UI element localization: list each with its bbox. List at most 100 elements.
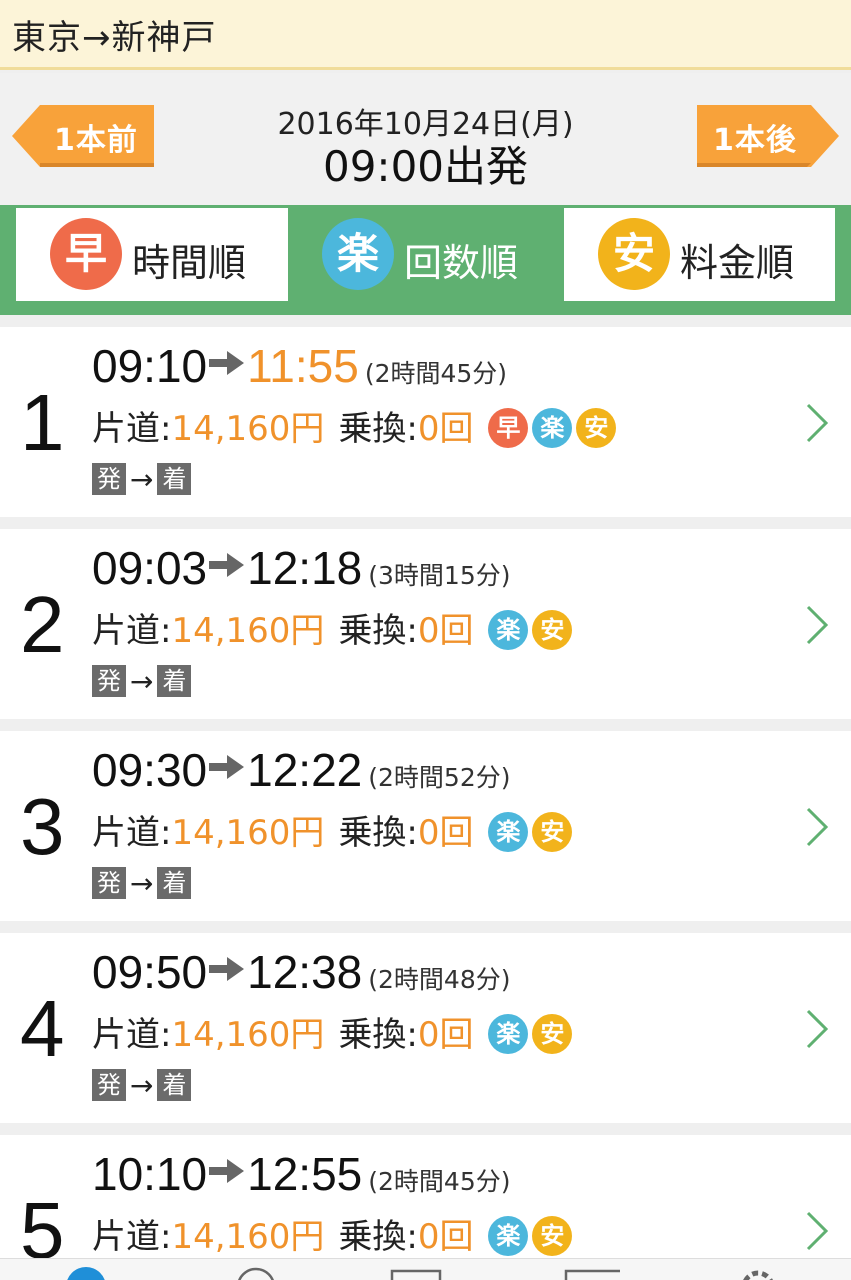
arrow-right-icon <box>209 553 245 577</box>
chevron-right-icon <box>806 1211 829 1251</box>
arrival-tag: 着 <box>157 665 192 697</box>
fast-badge-icon: 早 <box>488 408 529 448</box>
departure-time: 10:10 <box>92 1148 208 1200</box>
cheap-badge-icon: 安 <box>576 408 617 448</box>
tag-arrow: → <box>130 665 154 698</box>
departure-time: 09:00出発 <box>322 142 529 191</box>
easy-badge-icon: 楽 <box>488 1014 529 1054</box>
fare-value: 14,160円 <box>171 1015 325 1055</box>
dep-arr-tags: 発 → 着 <box>92 665 192 698</box>
next-train-label: 1本後 <box>713 123 797 158</box>
tab-label: 回数順 <box>404 241 519 285</box>
arrival-tag: 着 <box>157 867 192 899</box>
sort-tabs: 早 時間順 楽 回数順 安 料金順 <box>0 205 851 315</box>
date-navigation: 1本前 2016年10月24日(月) 09:00出発 1本後 <box>0 73 851 205</box>
fare-value: 14,160円 <box>171 1217 325 1257</box>
route-result-row[interactable]: 4 09:50 12:38 (2時間48分) 片道:14,160円 乗換:0回 楽安 … <box>0 933 851 1123</box>
travel-duration: (3時間15分) <box>368 561 511 590</box>
dep-arr-tags: 発 → 着 <box>92 463 192 496</box>
cheap-badge-icon: 安 <box>598 218 670 290</box>
transfer-label: 乗換: <box>338 813 418 853</box>
travel-duration: (2時間45分) <box>368 1167 511 1196</box>
fare-label: 片道: <box>92 1015 172 1055</box>
previous-train-button[interactable]: 1本前 <box>12 105 154 167</box>
result-rank: 3 <box>20 782 65 871</box>
transfer-count: 0回 <box>417 1217 474 1257</box>
card-tab-icon[interactable] <box>564 1265 620 1280</box>
easy-badge-icon: 楽 <box>488 812 529 852</box>
tab-sort-by-fare[interactable]: 安 料金順 <box>564 208 835 301</box>
departure-time: 09:30 <box>92 744 208 796</box>
result-times: 09:50 12:38 (2時間48分) <box>92 945 510 999</box>
route-result-row[interactable]: 5 10:10 12:55 (2時間45分) 片道:14,160円 乗換:0回 楽安 <box>0 1135 851 1258</box>
tab-label: 時間順 <box>132 241 247 285</box>
arrow-right-icon <box>209 1159 245 1183</box>
arrow-right-icon <box>209 351 245 375</box>
result-rank: 2 <box>20 580 65 669</box>
fare-info: 片道:14,160円 乗換:0回 楽安 <box>92 1007 573 1056</box>
arrow-right-icon <box>209 957 245 981</box>
dep-arr-tags: 発 → 着 <box>92 867 192 900</box>
cheap-badge-icon: 安 <box>532 1216 573 1256</box>
easy-badge-icon: 楽 <box>532 408 573 448</box>
route-result-row[interactable]: 3 09:30 12:22 (2時間52分) 片道:14,160円 乗換:0回 楽安 … <box>0 731 851 921</box>
previous-train-label: 1本前 <box>54 123 138 158</box>
arrival-time: 12:55 <box>247 1148 363 1200</box>
tab-sort-by-transfers[interactable]: 楽 回数順 <box>288 208 564 301</box>
travel-duration: (2時間48分) <box>368 965 511 994</box>
fare-value: 14,160円 <box>171 611 325 651</box>
tag-arrow: → <box>130 1069 154 1102</box>
easy-badge-icon: 楽 <box>488 1216 529 1256</box>
departure-tag: 発 <box>92 463 126 495</box>
departure-time: 09:03 <box>92 542 208 594</box>
fare-info: 片道:14,160円 乗換:0回 楽安 <box>92 1209 573 1258</box>
arrival-time: 12:18 <box>247 542 363 594</box>
easy-badge-icon: 楽 <box>322 218 394 290</box>
dep-arr-tags: 発 → 着 <box>92 1069 192 1102</box>
next-train-button[interactable]: 1本後 <box>697 105 839 167</box>
fare-value: 14,160円 <box>171 409 325 449</box>
fare-info: 片道:14,160円 乗換:0回 楽安 <box>92 603 573 652</box>
cheap-badge-icon: 安 <box>532 1014 573 1054</box>
route-title: 東京→新神戸 <box>12 18 217 58</box>
chevron-right-icon <box>806 807 829 847</box>
cheap-badge-icon: 安 <box>532 812 573 852</box>
cheap-badge-icon: 安 <box>532 610 573 650</box>
fare-info: 片道:14,160円 乗換:0回 楽安 <box>92 805 573 854</box>
route-result-row[interactable]: 1 09:10 11:55 (2時間45分) 片道:14,160円 乗換:0回 早楽安… <box>0 327 851 517</box>
chevron-right-icon <box>806 1009 829 1049</box>
result-times: 09:03 12:18 (3時間15分) <box>92 541 510 595</box>
route-result-row[interactable]: 2 09:03 12:18 (3時間15分) 片道:14,160円 乗換:0回 楽安 … <box>0 529 851 719</box>
tab-sort-by-time[interactable]: 早 時間順 <box>16 208 288 301</box>
search-route-tab-icon[interactable] <box>58 1265 114 1280</box>
fare-label: 片道: <box>92 813 172 853</box>
departure-tag: 発 <box>92 867 126 899</box>
tab-label: 料金順 <box>680 241 795 285</box>
fare-info: 片道:14,160円 乗換:0回 早楽安 <box>92 401 617 450</box>
gear-icon[interactable] <box>730 1265 786 1280</box>
transfer-label: 乗換: <box>338 1015 418 1055</box>
chevron-right-icon <box>806 403 829 443</box>
result-rank: 4 <box>20 984 65 1073</box>
departure-tag: 発 <box>92 665 126 697</box>
transfer-count: 0回 <box>417 409 474 449</box>
arrival-tag: 着 <box>157 1069 192 1101</box>
fare-label: 片道: <box>92 1217 172 1257</box>
departure-tag: 発 <box>92 1069 126 1101</box>
result-times: 09:30 12:22 (2時間52分) <box>92 743 510 797</box>
result-times: 10:10 12:55 (2時間45分) <box>92 1147 510 1201</box>
transfer-label: 乗換: <box>338 1217 418 1257</box>
timetable-tab-icon[interactable] <box>388 1265 444 1280</box>
result-rank: 1 <box>20 378 65 467</box>
bottom-tab-bar <box>0 1258 851 1280</box>
tag-arrow: → <box>130 463 154 496</box>
arrival-time: 11:55 <box>247 340 359 392</box>
clock-tab-icon[interactable] <box>228 1265 284 1280</box>
departure-time: 09:50 <box>92 946 208 998</box>
result-rank: 5 <box>20 1186 65 1258</box>
travel-duration: (2時間45分) <box>364 359 508 388</box>
transfer-count: 0回 <box>417 611 474 651</box>
fast-badge-icon: 早 <box>50 218 122 290</box>
fare-value: 14,160円 <box>171 813 325 853</box>
easy-badge-icon: 楽 <box>488 610 529 650</box>
